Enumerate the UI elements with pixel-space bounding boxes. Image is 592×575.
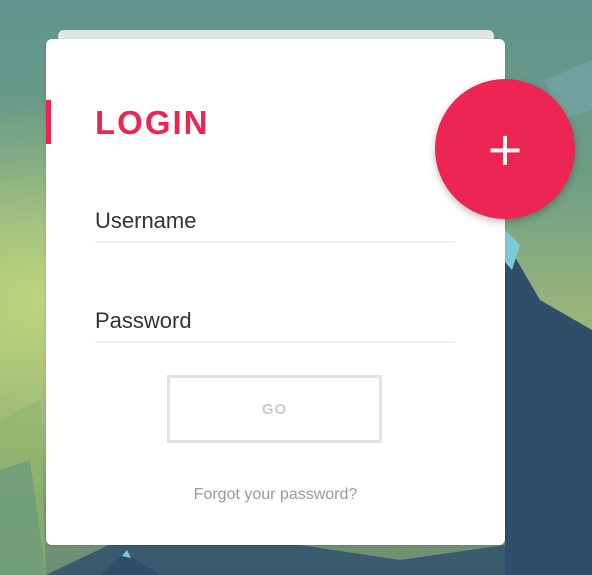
go-button[interactable]: GO (167, 375, 382, 443)
password-field[interactable] (95, 301, 455, 343)
login-title: LOGIN (95, 104, 210, 141)
forgot-password-link[interactable]: Forgot your password? (46, 485, 505, 505)
username-field[interactable] (95, 201, 455, 243)
plus-icon: + (485, 122, 525, 176)
title-accent-bar (46, 100, 51, 144)
register-fab-button[interactable]: + (435, 79, 575, 219)
login-card: LOGIN GO Forgot your password? (46, 39, 505, 545)
